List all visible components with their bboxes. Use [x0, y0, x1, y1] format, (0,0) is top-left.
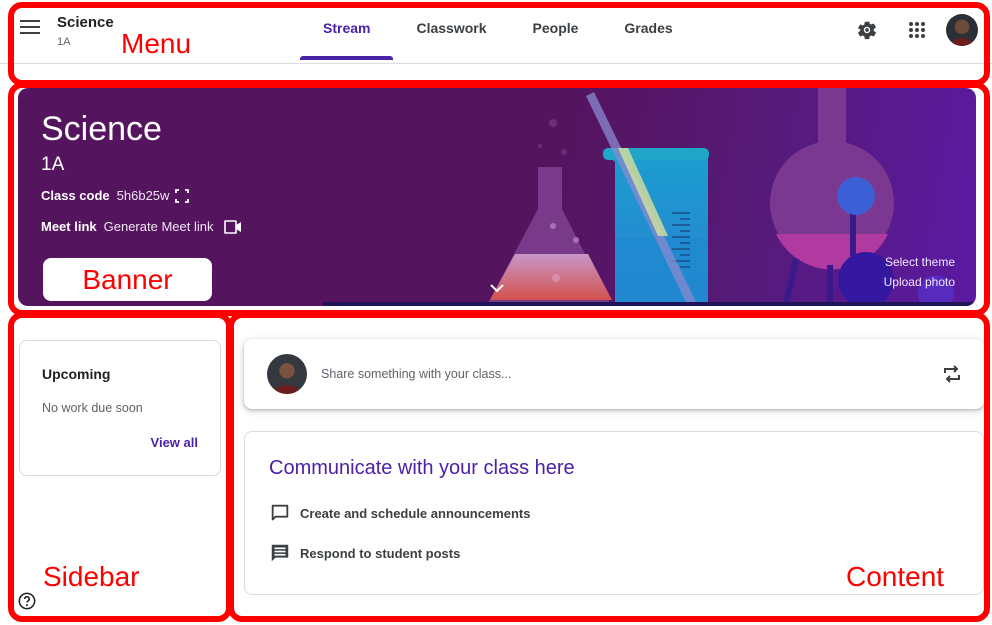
user-avatar — [267, 354, 307, 394]
class-code-label: Class code — [41, 188, 110, 203]
apps-grid-icon[interactable] — [902, 15, 932, 45]
tab-classwork[interactable]: Classwork — [393, 0, 509, 60]
top-actions — [832, 14, 978, 46]
nav-class-title[interactable]: Science — [57, 14, 114, 31]
share-placeholder[interactable]: Share something with your class... — [321, 367, 511, 381]
tab-stream[interactable]: Stream — [300, 0, 394, 60]
tab-people[interactable]: People — [510, 0, 602, 60]
upcoming-title: Upcoming — [42, 366, 111, 382]
banner-class-section: 1A — [41, 154, 65, 175]
comment-lines-icon — [271, 544, 289, 562]
tab-grades[interactable]: Grades — [601, 0, 695, 60]
select-theme-link[interactable]: Select theme — [884, 252, 955, 272]
gear-icon[interactable] — [852, 15, 882, 45]
communicate-card: Communicate with your class here Create … — [244, 431, 984, 595]
classroom-stream-page: Science 1A Stream Classwork People Grade… — [0, 0, 992, 625]
generate-meet-link[interactable]: Generate Meet link — [104, 219, 214, 234]
banner-bottom-strip — [323, 302, 976, 306]
list-item-label: Create and schedule announcements — [300, 505, 531, 521]
class-code-row: Class code 5h6b25w — [41, 188, 190, 203]
list-item-label: Respond to student posts — [300, 545, 461, 561]
list-item: Respond to student posts — [269, 542, 460, 564]
menu-icon[interactable] — [20, 20, 40, 36]
nav-class-section: 1A — [57, 36, 71, 48]
upcoming-card: Upcoming No work due soon View all — [19, 340, 221, 476]
annotation-banner-label: Banner — [82, 263, 173, 295]
repost-icon[interactable] — [940, 362, 964, 386]
video-camera-icon[interactable] — [223, 219, 243, 234]
meet-link-row: Meet link Generate Meet link — [41, 219, 243, 234]
annotation-banner-badge: Banner — [43, 258, 212, 301]
help-icon[interactable] — [18, 592, 36, 610]
communicate-title: Communicate with your class here — [269, 457, 575, 479]
share-announcement-box[interactable]: Share something with your class... — [244, 339, 984, 409]
class-code-value[interactable]: 5h6b25w — [117, 188, 170, 203]
fullscreen-icon[interactable] — [175, 188, 190, 203]
banner-class-title: Science — [41, 110, 162, 148]
class-tabs: Stream Classwork People Grades — [300, 0, 696, 64]
annotation-sidebar-label: Sidebar — [43, 561, 140, 592]
list-item: Create and schedule announcements — [269, 502, 530, 524]
view-all-link[interactable]: View all — [151, 435, 198, 450]
upcoming-empty-text: No work due soon — [42, 401, 143, 415]
upload-photo-link[interactable]: Upload photo — [884, 272, 955, 292]
comment-outline-icon — [271, 504, 289, 521]
banner-customize-links: Select theme Upload photo — [884, 252, 955, 292]
chevron-down-icon[interactable] — [490, 284, 504, 293]
user-avatar[interactable] — [946, 14, 978, 46]
top-nav: Science 1A Stream Classwork People Grade… — [0, 0, 992, 64]
meet-link-label: Meet link — [41, 219, 97, 234]
